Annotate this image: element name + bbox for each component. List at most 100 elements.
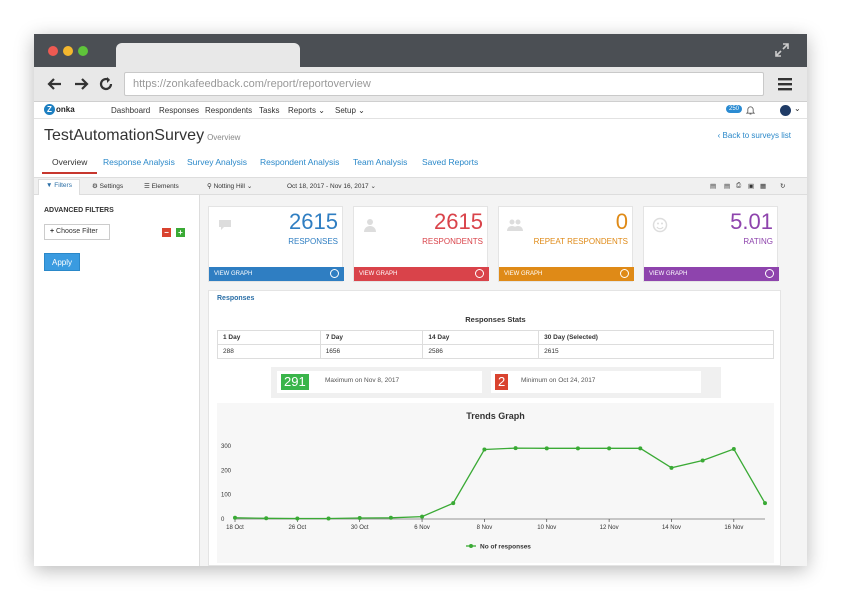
choose-filter-button[interactable]: + Choose Filter bbox=[44, 224, 110, 240]
summary-card-respondents: 2615 RESPONDENTS VIEW GRAPH bbox=[353, 206, 489, 282]
x-tick-label: 10 Nov bbox=[537, 525, 556, 531]
nav-responses[interactable]: Responses bbox=[159, 106, 199, 115]
tab-survey-analysis[interactable]: Survey Analysis bbox=[187, 157, 247, 167]
export-xls-icon[interactable]: ▤ bbox=[724, 182, 730, 190]
user-avatar[interactable] bbox=[780, 105, 791, 116]
export-pdf-icon[interactable]: ▤ bbox=[710, 182, 716, 190]
view-graph-label: VIEW GRAPH bbox=[359, 271, 398, 277]
responses-panel: Responses Responses Stats 1 Day 7 Day 14… bbox=[208, 290, 781, 566]
page-subtitle: Overview bbox=[207, 133, 241, 142]
series-line bbox=[234, 447, 766, 520]
card-value: 0 bbox=[615, 209, 628, 234]
responses-stats-title: Responses Stats bbox=[465, 315, 526, 324]
data-point bbox=[731, 447, 736, 452]
summary-card-rating: 5.01 RATING VIEW GRAPH bbox=[643, 206, 779, 282]
trends-chart-svg: 0 100 200 300 18 Oct 26 Oct 30 Oct 6 Nov 8 Nov 10… bbox=[221, 444, 767, 551]
filter-bar: ▼ Filters ⚙ Settings ☰ Elements ⚲ Nottin… bbox=[34, 177, 807, 195]
data-point bbox=[638, 446, 643, 451]
browser-tab[interactable] bbox=[116, 43, 300, 67]
refresh-icon[interactable]: ↻ bbox=[780, 182, 785, 190]
view-graph-button[interactable]: VIEW GRAPH bbox=[209, 267, 344, 281]
data-point bbox=[669, 465, 674, 470]
nav-tasks[interactable]: Tasks bbox=[259, 106, 279, 115]
table-header-cell: 30 Day (Selected) bbox=[538, 330, 774, 345]
table-header-cell: 7 Day bbox=[319, 330, 424, 345]
y-tick-label: 300 bbox=[221, 444, 232, 450]
data-point bbox=[326, 516, 331, 521]
arrow-right-icon bbox=[765, 269, 774, 278]
nav-dashboard[interactable]: Dashboard bbox=[111, 106, 150, 115]
filters-sidebar: ADVANCED FILTERS + Choose Filter − + App… bbox=[34, 195, 200, 566]
url-bar[interactable]: https://zonkafeedback.com/report/reporto… bbox=[124, 72, 764, 96]
notification-badge[interactable]: 250 bbox=[726, 105, 743, 113]
save-icon[interactable]: ▣ bbox=[748, 182, 754, 190]
card-label: RESPONSES bbox=[288, 237, 338, 246]
users-icon bbox=[507, 219, 523, 231]
back-to-surveys-link[interactable]: ‹ Back to surveys list bbox=[718, 131, 791, 140]
table-cell: 288 bbox=[217, 344, 321, 359]
date-range-select[interactable]: Oct 18, 2017 - Nov 16, 2017 ⌄ bbox=[287, 182, 376, 190]
elements-tab[interactable]: ☰ Elements bbox=[144, 182, 179, 190]
tab-respondent-analysis[interactable]: Respondent Analysis bbox=[260, 157, 339, 167]
location-select[interactable]: ⚲ Notting Hill ⌄ bbox=[207, 182, 252, 190]
x-tick-label: 6 Nov bbox=[414, 525, 430, 531]
maximum-box: 291 Maximum on Nov 8, 2017 bbox=[277, 371, 482, 393]
back-arrow-icon[interactable] bbox=[46, 75, 64, 93]
card-label: REPEAT RESPONDENTS bbox=[533, 237, 628, 246]
legend-marker bbox=[469, 544, 473, 548]
calendar-icon[interactable]: ▦ bbox=[760, 182, 766, 190]
table-header-row: 1 Day 7 Day 14 Day 30 Day (Selected) bbox=[217, 330, 774, 345]
x-tick-label: 30 Oct bbox=[351, 525, 369, 531]
add-filter-button[interactable]: + bbox=[176, 228, 185, 237]
table-header-cell: 1 Day bbox=[217, 330, 321, 345]
data-point bbox=[607, 446, 612, 451]
card-value: 2615 bbox=[434, 209, 483, 234]
responses-stats-table: 1 Day 7 Day 14 Day 30 Day (Selected) 288… bbox=[217, 330, 774, 359]
forward-arrow-icon[interactable] bbox=[72, 75, 90, 93]
x-tick-label: 18 Oct bbox=[226, 525, 244, 531]
legend-label: No of responses bbox=[480, 544, 531, 551]
minimize-dot[interactable] bbox=[63, 46, 73, 56]
data-point bbox=[451, 501, 456, 506]
user-icon bbox=[364, 219, 376, 232]
card-label: RATING bbox=[743, 237, 773, 246]
expand-icon[interactable] bbox=[774, 42, 790, 58]
table-header-cell: 14 Day bbox=[422, 330, 540, 345]
tab-saved-reports[interactable]: Saved Reports bbox=[422, 157, 478, 167]
y-tick-label: 100 bbox=[221, 493, 232, 499]
filters-tab[interactable]: ▼ Filters bbox=[46, 182, 72, 189]
nav-reports[interactable]: Reports ⌄ bbox=[288, 106, 325, 115]
view-graph-button[interactable]: VIEW GRAPH bbox=[354, 267, 489, 281]
maximize-dot[interactable] bbox=[78, 46, 88, 56]
bell-icon[interactable] bbox=[746, 105, 755, 115]
browser-toolbar: https://zonkafeedback.com/report/reporto… bbox=[34, 67, 807, 102]
view-graph-button[interactable]: VIEW GRAPH bbox=[644, 267, 779, 281]
tab-team-analysis[interactable]: Team Analysis bbox=[353, 157, 407, 167]
close-dot[interactable] bbox=[48, 46, 58, 56]
zonka-logo[interactable]: Zonka bbox=[44, 104, 76, 117]
remove-filter-button[interactable]: − bbox=[162, 228, 171, 237]
tab-overview[interactable]: Overview bbox=[42, 157, 98, 174]
print-icon[interactable]: ⎙ bbox=[736, 182, 741, 190]
smile-icon bbox=[652, 217, 668, 233]
nav-respondents[interactable]: Respondents bbox=[205, 106, 252, 115]
table-cell: 2586 bbox=[422, 344, 540, 359]
view-graph-button[interactable]: VIEW GRAPH bbox=[499, 267, 634, 281]
chevron-down-icon[interactable]: ⌄ bbox=[794, 104, 801, 113]
card-value: 2615 bbox=[289, 209, 338, 234]
tab-response-analysis[interactable]: Response Analysis bbox=[103, 157, 175, 167]
arrow-right-icon bbox=[330, 269, 339, 278]
data-point bbox=[357, 516, 362, 521]
y-tick-label: 0 bbox=[221, 517, 225, 523]
settings-tab[interactable]: ⚙ Settings bbox=[92, 182, 123, 190]
table-cell: 2615 bbox=[538, 344, 774, 359]
nav-setup[interactable]: Setup ⌄ bbox=[335, 106, 365, 115]
table-cell: 1656 bbox=[319, 344, 424, 359]
minimum-text: Minimum on Oct 24, 2017 bbox=[521, 377, 596, 384]
menu-icon[interactable] bbox=[777, 77, 793, 91]
data-point bbox=[388, 515, 393, 520]
apply-button[interactable]: Apply bbox=[44, 253, 80, 271]
reload-icon[interactable] bbox=[97, 75, 115, 93]
view-graph-label: VIEW GRAPH bbox=[504, 271, 543, 277]
view-graph-label: VIEW GRAPH bbox=[214, 271, 253, 277]
